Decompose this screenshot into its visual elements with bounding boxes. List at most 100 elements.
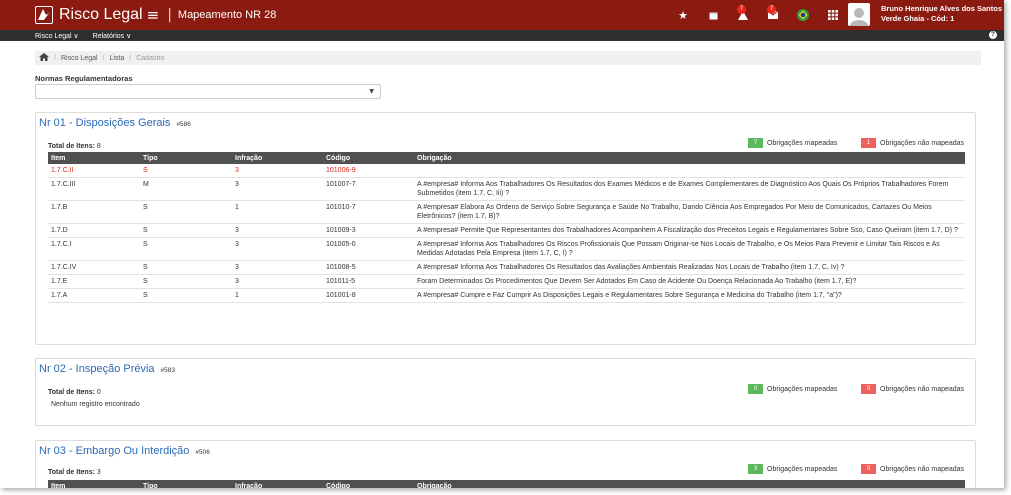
- total-label: Total de Itens:: [48, 389, 95, 396]
- col-infracao[interactable]: Infração: [232, 480, 323, 489]
- panel-id: #583: [160, 367, 176, 374]
- table-row[interactable]: 1.7.C.I S 3 101005-0 A #empresa# Informa Aos…: [48, 237, 965, 261]
- normas-select[interactable]: ▼: [35, 84, 381, 99]
- alerts-icon[interactable]: 7: [732, 5, 754, 25]
- apps-grid-icon[interactable]: [822, 5, 844, 25]
- caret-down-icon: ▼: [369, 88, 374, 95]
- mapped-legend: 0 Obrigações mapeadas: [748, 384, 837, 394]
- app-window: Risco Legal ≡ | Mapeamento NR 28 ★ 7 7 B…: [0, 0, 1004, 488]
- row-obrigacao: A #empresa# Informa Aos Trabalhadores Os…: [414, 237, 965, 261]
- obligations-table: Item Tipo Infração Código Obrigação 1.7.…: [48, 152, 965, 303]
- panel-title[interactable]: Nr 02 - Inspeção Prévia: [39, 363, 155, 375]
- col-item[interactable]: Item: [48, 152, 140, 164]
- row-codigo: 101005-0: [323, 237, 414, 261]
- row-tipo: S: [140, 223, 232, 238]
- breadcrumb-lista[interactable]: Lista: [109, 55, 124, 62]
- row-tipo: S: [140, 274, 232, 289]
- obligations-table: Item Tipo Infração Código Obrigação: [48, 480, 965, 488]
- row-codigo: 101010-7: [323, 200, 414, 224]
- messages-badge: 7: [767, 5, 776, 14]
- calendar-icon[interactable]: [702, 5, 724, 25]
- row-obrigacao: A #empresa# Informa Aos Trabalhadores Os…: [414, 177, 965, 201]
- table-row[interactable]: 1.7.C.IV S 3 101008-5 A #empresa# Informa Ao…: [48, 260, 965, 275]
- col-obrigacao[interactable]: Obrigação: [414, 152, 965, 164]
- menu-relatorios[interactable]: Relatórios ∨: [93, 32, 132, 40]
- table-header-row: Item Tipo Infração Código Obrigação: [48, 152, 965, 164]
- total-value: 8: [96, 143, 101, 150]
- mapped-label: Obrigações mapeadas: [767, 139, 838, 147]
- user-info[interactable]: Bruno Henrique Alves dos Santos Verde Gh…: [881, 4, 1002, 24]
- col-obrigacao[interactable]: Obrigação: [414, 480, 965, 489]
- unmapped-legend: 0 Obrigações não mapeadas: [861, 384, 964, 394]
- row-obrigacao: A #empresa# Permite Que Representantes d…: [414, 223, 965, 238]
- row-codigo: 101011-5: [323, 274, 414, 289]
- col-infracao[interactable]: Infração: [232, 152, 323, 164]
- messages-icon[interactable]: 7: [762, 5, 784, 25]
- avatar[interactable]: [848, 3, 870, 26]
- empty-message: Nenhum registro encontrado: [51, 401, 140, 408]
- unmapped-count: 0: [861, 464, 876, 474]
- row-infracao: 1: [232, 200, 323, 224]
- logo-icon: [35, 6, 53, 24]
- row-tipo: S: [140, 237, 232, 261]
- star-icon[interactable]: ★: [672, 5, 694, 25]
- col-tipo[interactable]: Tipo: [140, 480, 232, 489]
- row-tipo: S: [140, 200, 232, 224]
- mapped-count: 3: [748, 464, 763, 474]
- row-codigo: 101008-5: [323, 260, 414, 275]
- row-tipo: S: [140, 288, 232, 303]
- table-row[interactable]: 1.7.D S 3 101009-3 A #empresa# Permite Que R…: [48, 223, 965, 238]
- row-codigo: 101006-9: [323, 164, 414, 178]
- brand-name: Risco Legal: [59, 6, 143, 23]
- user-name: Bruno Henrique Alves dos Santos: [881, 4, 1002, 13]
- unmapped-label: Obrigações não mapeadas: [880, 139, 965, 147]
- row-infracao: 3: [232, 274, 323, 289]
- breadcrumb-risco-legal[interactable]: Risco Legal: [61, 55, 98, 62]
- brand[interactable]: Risco Legal ≡ | Mapeamento NR 28: [35, 6, 276, 24]
- table-row[interactable]: 1.7.C.III M 3 101007-7 A #empresa# Informa A…: [48, 177, 965, 201]
- table-row[interactable]: 1.7.E S 3 101011-5 Foram Determinados Os Pro…: [48, 274, 965, 289]
- row-item: 1.7.A: [48, 288, 140, 303]
- row-obrigacao: Foram Determinados Os Procedimentos Que …: [414, 274, 965, 289]
- row-obrigacao: A #empresa# Informa Aos Trabalhadores Os…: [414, 260, 965, 275]
- mapped-legend: 3 Obrigações mapeadas: [748, 464, 837, 474]
- table-row[interactable]: 1.7.A S 1 101001-8 A #empresa# Cumpre e Faz …: [48, 288, 965, 303]
- total-items: Total de Itens: 3: [48, 469, 101, 476]
- mapped-label: Obrigações mapeadas: [767, 385, 838, 393]
- mapped-count: 0: [748, 384, 763, 394]
- unmapped-count: 0: [861, 384, 876, 394]
- row-item: 1.7.C.II: [48, 164, 140, 178]
- unmapped-label: Obrigações não mapeadas: [880, 385, 965, 393]
- hamburger-menu-icon[interactable]: ≡: [147, 6, 160, 24]
- row-codigo: 101001-8: [323, 288, 414, 303]
- breadcrumb: / Risco Legal / Lista / Cadastro: [35, 51, 981, 65]
- help-icon[interactable]: ?: [989, 31, 997, 39]
- row-item: 1.7.C.I: [48, 237, 140, 261]
- col-tipo[interactable]: Tipo: [140, 152, 232, 164]
- panel-title[interactable]: Nr 01 - Disposições Gerais: [39, 117, 170, 129]
- row-item: 1.7.C.IV: [48, 260, 140, 275]
- nr-panel: Nr 02 - Inspeção Prévia #583 0 Obrigações…: [35, 358, 976, 426]
- row-codigo: 101009-3: [323, 223, 414, 238]
- user-company: Verde Ghaia - Cód: 1: [881, 14, 955, 23]
- row-infracao: 1: [232, 288, 323, 303]
- brazil-flag-icon[interactable]: [792, 5, 814, 25]
- row-codigo: 101007-7: [323, 177, 414, 201]
- row-tipo: M: [140, 177, 232, 201]
- panel-title[interactable]: Nr 03 - Embargo Ou Interdição: [39, 445, 189, 457]
- row-infracao: 3: [232, 237, 323, 261]
- menu-risco-legal[interactable]: Risco Legal ∨: [35, 32, 79, 40]
- table-row[interactable]: 1.7.B S 1 101010-7 A #empresa# Elabora As Or…: [48, 200, 965, 224]
- filter-label: Normas Regulamentadoras: [35, 74, 133, 83]
- row-item: 1.7.C.III: [48, 177, 140, 201]
- unmapped-legend: 0 Obrigações não mapeadas: [861, 464, 964, 474]
- row-infracao: 3: [232, 177, 323, 201]
- row-item: 1.7.B: [48, 200, 140, 224]
- home-icon[interactable]: [39, 53, 49, 63]
- table-row[interactable]: 1.7.C.II S 3 101006-9: [48, 164, 965, 178]
- col-codigo[interactable]: Código: [323, 152, 414, 164]
- unmapped-legend: 1 Obrigações não mapeadas: [861, 138, 964, 148]
- col-codigo[interactable]: Código: [323, 480, 414, 489]
- col-item[interactable]: Item: [48, 480, 140, 489]
- panel-id: #506: [195, 449, 210, 456]
